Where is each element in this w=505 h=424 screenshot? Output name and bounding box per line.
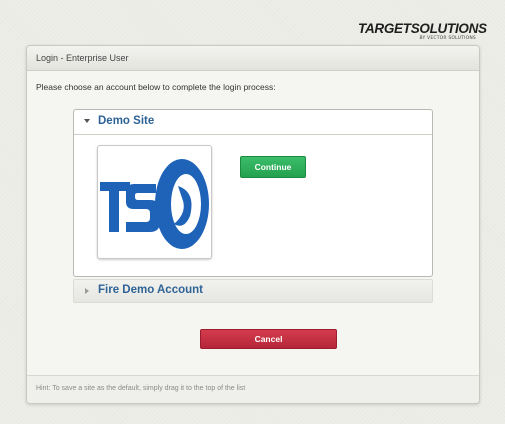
- account-card-fire-demo[interactable]: Fire Demo Account: [73, 279, 433, 303]
- account-header-demo-site[interactable]: Demo Site: [74, 110, 432, 135]
- caret-down-icon: [84, 119, 90, 123]
- hint-bar: Hint: To save a site as the default, sim…: [27, 375, 479, 403]
- login-panel: Login - Enterprise User Please choose an…: [26, 45, 480, 404]
- account-card-demo-site: Demo Site Continue: [73, 109, 433, 277]
- panel-title: Login - Enterprise User: [27, 46, 479, 71]
- targetsolutions-logo: TARGETSOLUTIONS BY VECTOR SOLUTIONS: [358, 21, 487, 42]
- account-name[interactable]: Fire Demo Account: [98, 284, 203, 296]
- tso-logo-image: [97, 145, 212, 259]
- account-name[interactable]: Demo Site: [98, 115, 154, 127]
- instructions-text: Please choose an account below to comple…: [36, 82, 276, 92]
- cancel-button[interactable]: Cancel: [200, 329, 337, 349]
- caret-right-icon: [85, 288, 89, 294]
- brand-tagline: BY VECTOR SOLUTIONS: [419, 36, 476, 41]
- continue-button[interactable]: Continue: [240, 156, 306, 178]
- hint-text: Hint: To save a site as the default, sim…: [36, 385, 246, 392]
- brand-name: TARGETSOLUTIONS: [358, 21, 487, 36]
- tso-logo-icon: [100, 159, 209, 249]
